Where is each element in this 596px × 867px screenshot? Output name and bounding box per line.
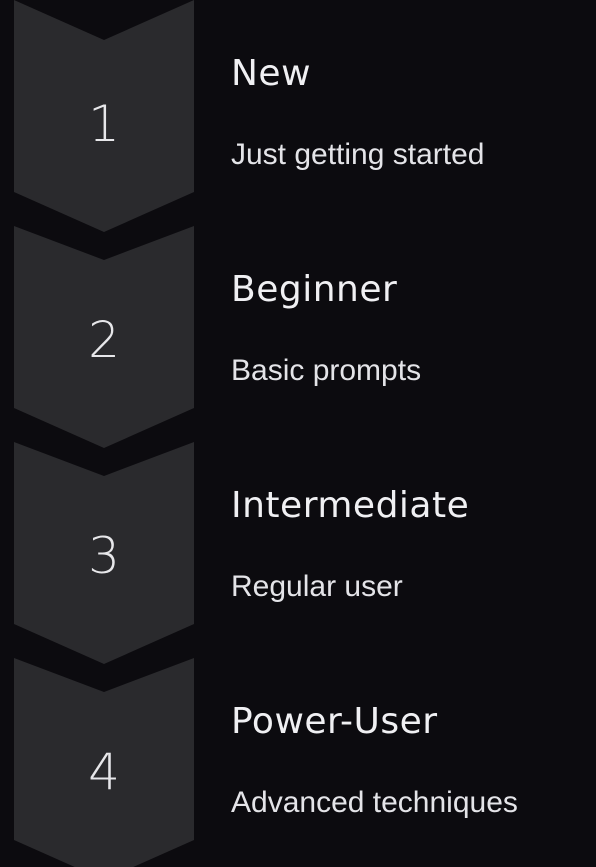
- step-2-number: 2: [88, 311, 120, 369]
- step-1-title: New: [231, 53, 312, 94]
- step-1-number: 1: [88, 95, 120, 153]
- step-4-number: 4: [88, 743, 120, 801]
- step-3-title: Intermediate: [231, 485, 470, 526]
- step-1-description: Just getting started: [231, 138, 485, 171]
- step-3-description: Regular user: [231, 570, 403, 603]
- step-2-title: Beginner: [231, 269, 398, 310]
- step-2-description: Basic prompts: [231, 354, 422, 387]
- step-3-number: 3: [88, 527, 120, 585]
- step-4-title: Power-User: [231, 701, 438, 742]
- step-4-description: Advanced techniques: [231, 786, 518, 819]
